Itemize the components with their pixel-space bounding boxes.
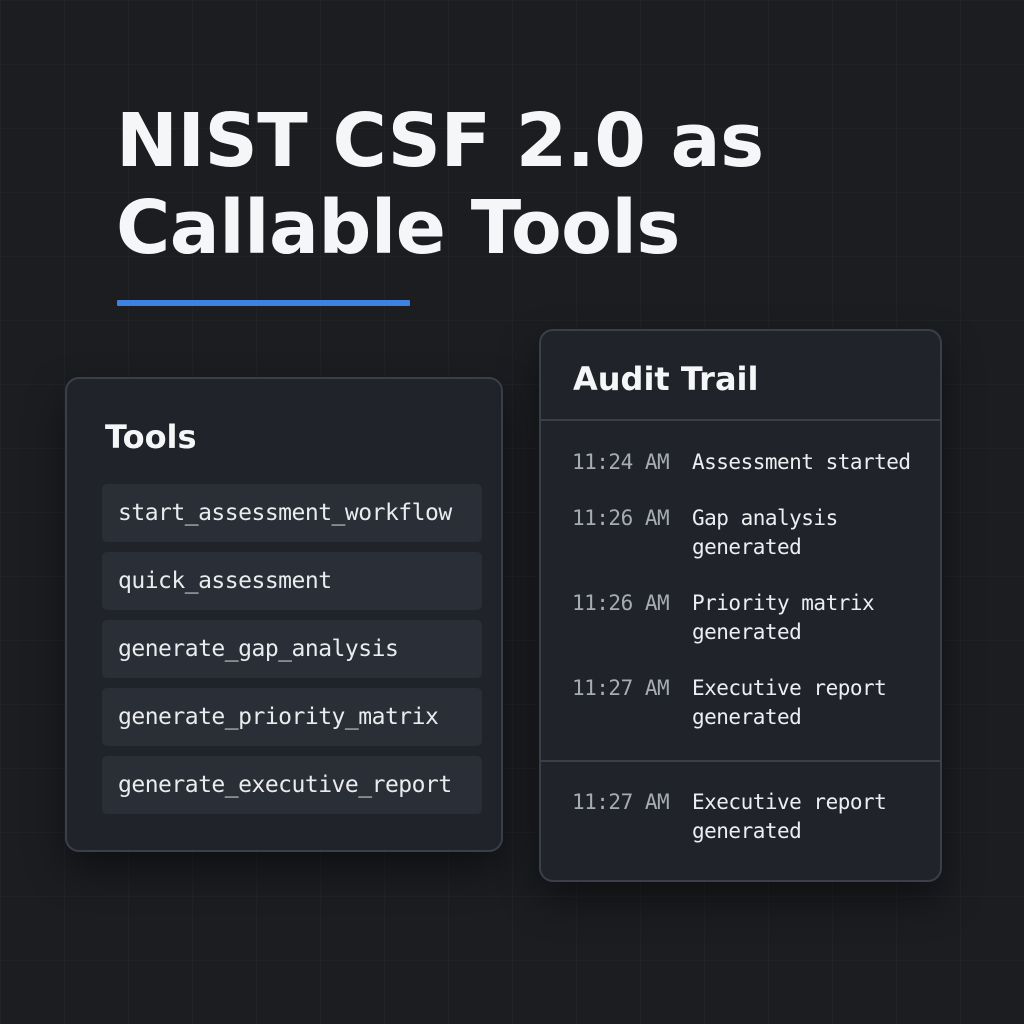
audit-entry-time: 11:27 AM — [572, 790, 670, 814]
tool-item-generate-priority-matrix[interactable]: generate_priority_matrix — [102, 688, 482, 746]
audit-section-divider — [541, 760, 940, 762]
audit-entry-time: 11:24 AM — [572, 450, 670, 474]
audit-entry-event: Priority matrix generated — [692, 591, 875, 644]
tool-item-start-assessment-workflow[interactable]: start_assessment_workflow — [102, 484, 482, 542]
audit-entry-time: 11:27 AM — [572, 676, 670, 700]
tools-panel: Tools start_assessment_workflow quick_as… — [65, 377, 503, 852]
tool-list: start_assessment_workflow quick_assessme… — [102, 484, 482, 824]
tools-panel-heading: Tools — [105, 418, 197, 456]
audit-trail-panel: Audit Trail 11:24 AM Assessment started … — [539, 329, 942, 882]
tool-item-generate-executive-report[interactable]: generate_executive_report — [102, 756, 482, 814]
audit-entry-event: Gap analysis generated — [692, 506, 838, 559]
audit-entry-event: Executive report generated — [692, 790, 887, 843]
audit-header-divider — [541, 419, 940, 421]
audit-trail-heading: Audit Trail — [573, 360, 759, 398]
tool-item-generate-gap-analysis[interactable]: generate_gap_analysis — [102, 620, 482, 678]
title-line-2: Callable Tools — [116, 185, 680, 271]
page-title: NIST CSF 2.0 as Callable Tools — [116, 98, 876, 272]
audit-entry-event: Executive report generated — [692, 676, 887, 729]
title-accent-rule — [117, 300, 410, 306]
audit-entry-event: Assessment started — [692, 450, 911, 474]
tool-item-quick-assessment[interactable]: quick_assessment — [102, 552, 482, 610]
audit-entry-time: 11:26 AM — [572, 591, 670, 615]
title-line-1: NIST CSF 2.0 as — [116, 98, 764, 184]
audit-entry-time: 11:26 AM — [572, 506, 670, 530]
